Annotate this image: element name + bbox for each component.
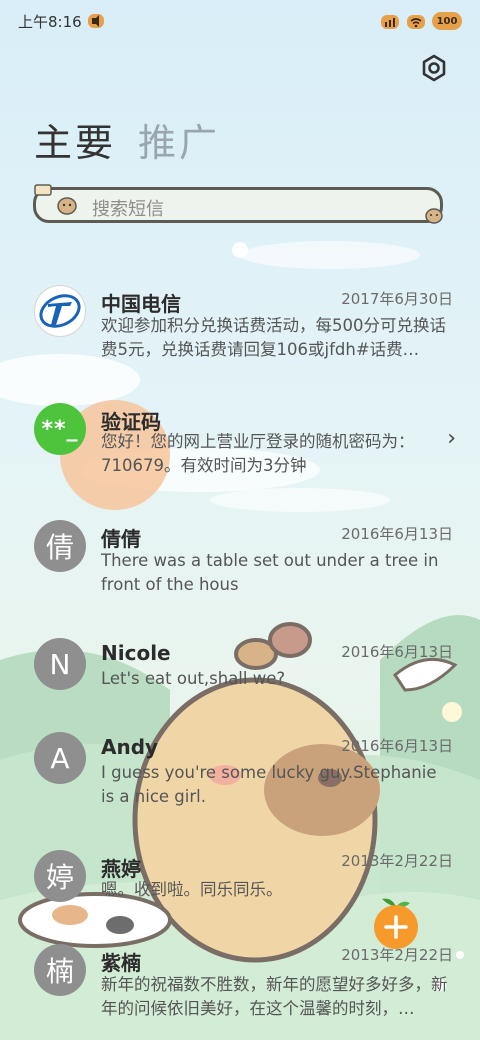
message-item[interactable]: 中国电信 2017年6月30日 欢迎参加积分兑换话费活动，每500分可兑换话费5… xyxy=(0,284,480,364)
message-preview: 新年的祝福数不胜数，新年的愿望好多好多，新年的问候依旧美好，在这个温馨的时刻，… xyxy=(101,975,448,1018)
category-tabs: 主要 推广 xyxy=(34,112,220,167)
message-item[interactable]: 楠 紫楠 2013年2月22日 新年的祝福数不胜数，新年的愿望好多好多，新年的问… xyxy=(0,944,480,1034)
message-date: 2016年6月13日 xyxy=(341,737,453,755)
verification-code-avatar: **_ xyxy=(34,403,86,455)
contact-avatar: 楠 xyxy=(34,944,86,996)
message-preview: 您好！您的网上营业厅登录的随机密码为：710679。有效时间为3分钟 xyxy=(101,432,415,475)
sender-name: Nicole xyxy=(101,641,171,665)
search-placeholder: 搜索短信 xyxy=(92,199,164,220)
message-preview: Let's eat out,shall we? xyxy=(101,669,286,688)
contact-avatar: 婷 xyxy=(34,850,86,902)
contact-avatar: N xyxy=(34,638,86,690)
message-date: 2017年6月30日 xyxy=(341,290,453,308)
contact-avatar: A xyxy=(34,732,86,784)
status-time: 上午8:16 xyxy=(18,12,82,31)
capybara-search-icon xyxy=(57,197,77,215)
sender-name: 中国电信 xyxy=(101,292,181,316)
message-item[interactable]: **_ 验证码 您好！您的网上营业厅登录的随机密码为：710679。有效时间为3… xyxy=(0,402,480,482)
capybara-peek-icon xyxy=(425,208,443,224)
sender-name: 紫楠 xyxy=(101,951,141,975)
compose-message-button[interactable] xyxy=(368,895,424,951)
search-bar[interactable]: 搜索短信 xyxy=(33,184,443,224)
message-preview: 欢迎参加积分兑换话费活动，每500分可兑换话费5元，兑换话费请回复106或jfd… xyxy=(101,316,446,359)
message-preview: There was a table set out under a tree i… xyxy=(101,551,439,594)
sender-name: 倩倩 xyxy=(101,527,141,551)
message-date: 2013年2月22日 xyxy=(341,852,453,870)
message-item[interactable]: N Nicole 2016年6月13日 Let's eat out,shall … xyxy=(0,638,480,698)
tab-promotions[interactable]: 推广 xyxy=(138,112,220,167)
tab-main[interactable]: 主要 xyxy=(34,112,116,167)
sender-name: Andy xyxy=(101,735,159,759)
status-bar: 上午8:16 100 xyxy=(18,8,462,34)
wifi-icon xyxy=(407,15,425,29)
signal-strength-icon xyxy=(381,15,399,29)
message-date: 2016年6月13日 xyxy=(341,643,453,661)
contact-avatar: 倩 xyxy=(34,520,86,572)
telecom-logo-icon xyxy=(34,285,86,337)
chevron-right-icon[interactable]: › xyxy=(447,426,456,451)
message-item[interactable]: 倩 倩倩 2016年6月13日 There was a table set ou… xyxy=(0,520,480,600)
message-preview: I guess you're some lucky guy.Stephanie … xyxy=(101,763,437,806)
mute-notification-icon xyxy=(87,14,104,28)
message-date: 2016年6月13日 xyxy=(341,525,453,543)
message-item[interactable]: A Andy 2016年6月13日 I guess you're some lu… xyxy=(0,732,480,812)
box-decoration-icon xyxy=(34,184,52,196)
settings-gear-icon[interactable] xyxy=(420,54,448,82)
battery-indicator: 100 xyxy=(432,12,462,30)
